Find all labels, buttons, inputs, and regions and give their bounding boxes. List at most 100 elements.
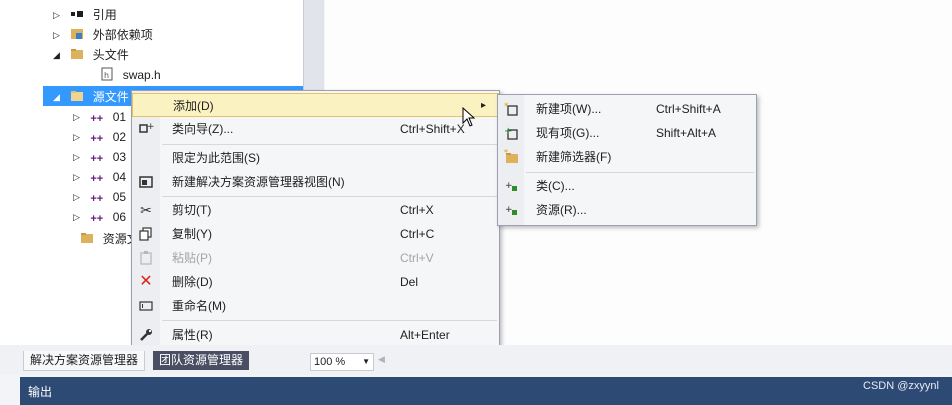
svg-text:*: * bbox=[504, 149, 508, 157]
svg-text:+: + bbox=[147, 122, 154, 132]
menu-item-shortcut: Ctrl+Shift+A bbox=[656, 102, 721, 116]
cpp-file-icon: ++ bbox=[90, 112, 104, 125]
new-filter-icon: * bbox=[504, 148, 520, 165]
submenu-item-new-filter[interactable]: * 新建筛选器(F) bbox=[498, 145, 756, 169]
tree-item-references[interactable]: ▷ 引用 bbox=[53, 4, 117, 24]
expand-arrow-icon[interactable]: ▷ bbox=[73, 207, 87, 227]
scroll-left-icon[interactable]: ◀ bbox=[378, 354, 385, 365]
menu-item-label: 限定为此范围(S) bbox=[172, 151, 260, 165]
submenu-item-existing-item[interactable]: + 现有项(G)... Shift+Alt+A bbox=[498, 121, 756, 145]
menu-item-copy[interactable]: 复制(Y) Ctrl+C bbox=[132, 222, 499, 246]
tree-item-cpp-06[interactable]: ▷ ++ 06 bbox=[73, 206, 126, 226]
menu-item-delete[interactable]: ✕ 删除(D) Del bbox=[132, 270, 499, 294]
menu-item-label: 资源(R)... bbox=[536, 203, 587, 217]
submenu-arrow-icon: ▸ bbox=[481, 100, 487, 111]
delete-icon: ✕ bbox=[139, 273, 153, 290]
tree-item-header-files[interactable]: ◢ 头文件 bbox=[53, 44, 129, 64]
mouse-cursor-icon bbox=[462, 106, 476, 130]
menu-item-label: 新建筛选器(F) bbox=[536, 150, 612, 164]
rename-icon bbox=[138, 298, 154, 314]
expand-arrow-icon[interactable]: ▷ bbox=[73, 107, 87, 127]
output-panel-title: 输出 bbox=[28, 385, 53, 399]
menu-separator bbox=[526, 172, 754, 173]
cpp-file-icon: ++ bbox=[90, 172, 104, 185]
menu-item-properties[interactable]: 属性(R) Alt+Enter bbox=[132, 323, 499, 347]
menu-item-new-explorer-view[interactable]: 新建解决方案资源管理器视图(N) bbox=[132, 170, 499, 194]
menu-item-add[interactable]: 添加(D) ▸ bbox=[132, 93, 499, 117]
paste-icon bbox=[138, 250, 154, 266]
submenu-item-resource[interactable]: + 资源(R)... bbox=[498, 198, 756, 222]
menu-separator bbox=[162, 196, 497, 197]
menu-item-shortcut: Ctrl+X bbox=[400, 203, 434, 217]
menu-item-cut[interactable]: ✂ 剪切(T) Ctrl+X bbox=[132, 198, 499, 222]
tree-item-label: 源文件 bbox=[92, 89, 129, 104]
menu-item-label: 剪切(T) bbox=[172, 203, 212, 217]
svg-text:h: h bbox=[104, 71, 109, 80]
svg-text:+: + bbox=[505, 205, 513, 215]
menu-item-label: 属性(R) bbox=[172, 328, 213, 342]
svg-text:+: + bbox=[504, 126, 512, 137]
menu-item-label: 类(C)... bbox=[536, 179, 575, 193]
cut-icon: ✂ bbox=[140, 202, 152, 218]
class-icon: + bbox=[504, 178, 520, 194]
tree-item-label: 03 bbox=[112, 149, 127, 164]
menu-item-paste[interactable]: 粘贴(P) Ctrl+V bbox=[132, 246, 499, 270]
tree-item-label: 02 bbox=[112, 129, 127, 144]
tree-item-label: 05 bbox=[112, 189, 127, 204]
references-icon bbox=[70, 7, 84, 21]
folder-icon bbox=[80, 231, 94, 245]
class-wizard-icon: + bbox=[138, 121, 155, 137]
tree-item-label: 01 bbox=[112, 109, 127, 124]
collapse-arrow-icon[interactable]: ◢ bbox=[53, 87, 67, 107]
tree-item-resource-files[interactable]: 资源文 bbox=[63, 228, 139, 248]
expand-arrow-icon[interactable]: ▷ bbox=[73, 187, 87, 207]
watermark: CSDN @zxyynl bbox=[863, 380, 939, 392]
tree-item-cpp-01[interactable]: ▷ ++ 01 bbox=[73, 106, 126, 126]
menu-item-shortcut: Alt+Enter bbox=[400, 328, 450, 342]
new-item-icon: * bbox=[504, 101, 520, 117]
output-panel-header[interactable]: 输出 bbox=[20, 377, 952, 405]
menu-separator bbox=[162, 144, 497, 145]
external-deps-icon bbox=[70, 27, 84, 41]
menu-item-rename[interactable]: 重命名(M) bbox=[132, 294, 499, 318]
tree-item-external-deps[interactable]: ▷ 外部依赖项 bbox=[53, 24, 153, 44]
tree-item-cpp-05[interactable]: ▷ ++ 05 bbox=[73, 186, 126, 206]
menu-item-label: 粘贴(P) bbox=[172, 251, 212, 265]
tree-item-cpp-02[interactable]: ▷ ++ 02 bbox=[73, 126, 126, 146]
zoom-select[interactable]: 100 % ▼ bbox=[310, 353, 374, 371]
tab-team-explorer[interactable]: 团队资源管理器 bbox=[153, 351, 250, 370]
menu-item-scope-to-this[interactable]: 限定为此范围(S) bbox=[132, 146, 499, 170]
menu-separator bbox=[162, 320, 497, 321]
zoom-value: 100 % bbox=[314, 356, 346, 368]
expand-arrow-icon[interactable]: ▷ bbox=[53, 25, 67, 45]
submenu-item-new-item[interactable]: * 新建项(W)... Ctrl+Shift+A bbox=[498, 97, 756, 121]
menu-item-label: 删除(D) bbox=[172, 275, 213, 289]
tree-item-cpp-03[interactable]: ▷ ++ 03 bbox=[73, 146, 126, 166]
resource-icon: + bbox=[504, 202, 520, 218]
header-file-icon: h bbox=[100, 67, 114, 81]
copy-icon bbox=[138, 226, 154, 242]
menu-item-class-wizard[interactable]: + 类向导(Z)... Ctrl+Shift+X bbox=[132, 117, 499, 141]
tab-solution-explorer[interactable]: 解决方案资源管理器 bbox=[23, 351, 146, 371]
tree-item-swap-h[interactable]: h swap.h bbox=[83, 64, 161, 84]
menu-item-label: 新建项(W)... bbox=[536, 102, 602, 116]
add-submenu: * 新建项(W)... Ctrl+Shift+A + 现有项(G)... Shi… bbox=[497, 94, 757, 226]
tree-item-label: swap.h bbox=[122, 67, 161, 82]
tree-item-label: 04 bbox=[112, 169, 127, 184]
wrench-icon bbox=[138, 327, 154, 343]
svg-text:*: * bbox=[504, 102, 509, 112]
expand-arrow-icon[interactable]: ▷ bbox=[73, 167, 87, 187]
context-menu: 添加(D) ▸ + 类向导(Z)... Ctrl+Shift+X 限定为此范围(… bbox=[131, 90, 500, 352]
menu-item-label: 新建解决方案资源管理器视图(N) bbox=[172, 175, 345, 189]
expand-arrow-icon[interactable]: ▷ bbox=[53, 5, 67, 25]
tree-item-cpp-04[interactable]: ▷ ++ 04 bbox=[73, 166, 126, 186]
expand-arrow-icon[interactable]: ▷ bbox=[73, 147, 87, 167]
expand-arrow-icon[interactable]: ▷ bbox=[73, 127, 87, 147]
menu-item-label: 类向导(Z)... bbox=[172, 122, 234, 136]
submenu-item-class[interactable]: + 类(C)... bbox=[498, 174, 756, 198]
svg-text:+: + bbox=[505, 181, 513, 191]
menu-item-label: 添加(D) bbox=[173, 99, 214, 113]
cpp-file-icon: ++ bbox=[90, 152, 104, 165]
menu-item-shortcut: Del bbox=[400, 275, 419, 289]
collapse-arrow-icon[interactable]: ◢ bbox=[53, 45, 67, 65]
